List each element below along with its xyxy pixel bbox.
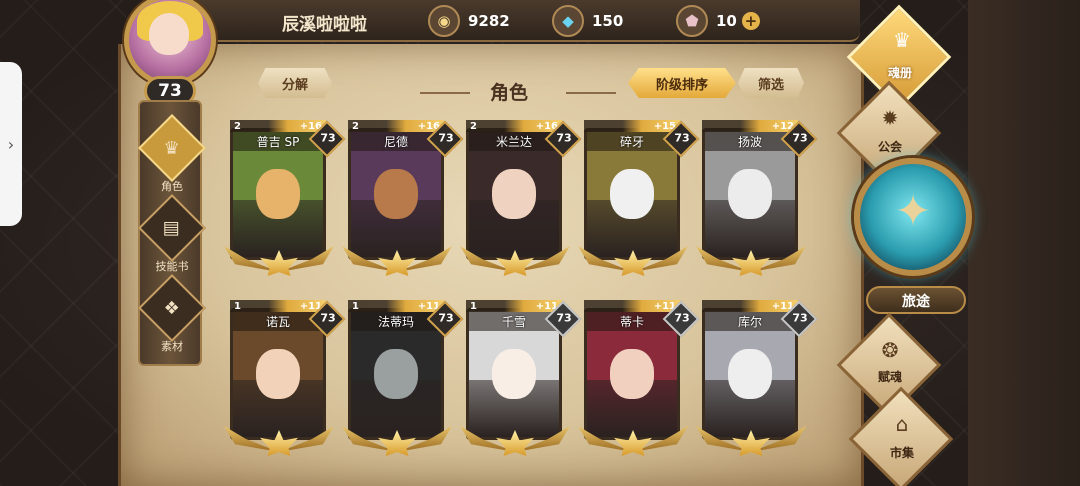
- blue-crystal-icon: ◆: [552, 5, 584, 37]
- character-level: 73: [792, 311, 808, 325]
- market-icon: ⌂: [895, 412, 909, 436]
- filter-button[interactable]: 筛选: [738, 68, 804, 98]
- star-count: 2: [352, 120, 359, 132]
- character-card[interactable]: 碎牙 +15 73: [578, 120, 700, 290]
- resource-gem: ⬟ 10 +: [676, 5, 760, 37]
- gold-coin-icon: ◉: [428, 5, 460, 37]
- character-portrait: 碎牙: [584, 128, 680, 260]
- add-gem-button[interactable]: +: [741, 12, 760, 30]
- character-portrait: 尼德: [348, 128, 444, 260]
- character-name: 米兰达: [495, 135, 532, 149]
- star-count: 1: [352, 300, 359, 312]
- character-card[interactable]: 蒂卡 +11 73: [578, 300, 700, 470]
- left-menu-skillbooks[interactable]: ▤ 技能书: [138, 194, 206, 274]
- card-rank-strip: 1 +11: [348, 300, 444, 312]
- material-icon: ❖: [138, 274, 206, 342]
- character-card[interactable]: 扬波 +12 73: [696, 120, 818, 290]
- title-flourish-left: [420, 92, 470, 94]
- star-count: 1: [234, 300, 241, 312]
- nav-guild-label: 公会: [877, 140, 902, 154]
- card-rank-strip: +15: [584, 120, 680, 132]
- player-avatar[interactable]: 73: [110, 0, 230, 110]
- character-level: 73: [438, 311, 454, 325]
- right-nav-background: [968, 0, 1080, 486]
- left-menu-characters[interactable]: ♛ 角色: [138, 114, 206, 194]
- character-level: 73: [792, 131, 808, 145]
- character-name: 蒂卡: [619, 315, 644, 329]
- character-portrait: 蒂卡: [584, 308, 680, 440]
- character-name: 扬波: [737, 135, 762, 149]
- journey-orb-button[interactable]: ✦: [854, 158, 972, 276]
- avatar: [124, 0, 216, 86]
- card-rank-strip: +11: [702, 300, 798, 312]
- helmet-icon: ♛: [138, 114, 206, 182]
- character-portrait: 库尔: [702, 308, 798, 440]
- character-card[interactable]: 尼德 2 +16 73: [342, 120, 464, 290]
- card-rank-strip: 2 +16: [348, 120, 444, 132]
- character-portrait: 普吉 SP: [230, 128, 326, 260]
- left-menu-materials[interactable]: ❖ 素材: [138, 274, 206, 354]
- page-title: 角色: [490, 82, 529, 104]
- card-rank-strip: 1 +11: [230, 300, 326, 312]
- character-name: 诺瓦: [265, 315, 290, 329]
- side-drawer-tab[interactable]: ›: [0, 62, 22, 226]
- journey-emblem-icon: ✦: [894, 186, 932, 237]
- journey-label: 旅途: [866, 286, 966, 314]
- character-name: 普吉 SP: [256, 135, 300, 149]
- character-portrait: 法蒂玛: [348, 308, 444, 440]
- character-portrait: 米兰达: [466, 128, 562, 260]
- character-card[interactable]: 千雪 1 +11 73: [460, 300, 582, 470]
- character-card[interactable]: 诺瓦 1 +11 73: [224, 300, 346, 470]
- card-rank-strip: 1 +11: [466, 300, 562, 312]
- decompose-button[interactable]: 分解: [258, 68, 332, 98]
- title-flourish-right: [566, 92, 616, 94]
- star-count: 1: [470, 300, 477, 312]
- book-icon: ▤: [138, 194, 206, 262]
- nav-empower-label: 赋魂: [877, 370, 902, 384]
- star-count: 2: [470, 120, 477, 132]
- character-level: 73: [556, 311, 572, 325]
- resource-crystal: ◆ 150: [552, 5, 623, 37]
- card-rank-strip: +12: [702, 120, 798, 132]
- card-rank-strip: 2 +16: [466, 120, 562, 132]
- left-menu: ♛ 角色 ▤ 技能书 ❖ 素材: [138, 100, 206, 366]
- star-count: 2: [234, 120, 241, 132]
- character-card[interactable]: 米兰达 2 +16 73: [460, 120, 582, 290]
- character-card[interactable]: 普吉 SP 2 +16 73: [224, 120, 346, 290]
- character-name: 库尔: [737, 315, 762, 329]
- character-portrait: 扬波: [702, 128, 798, 260]
- character-level: 73: [556, 131, 572, 145]
- character-name: 千雪: [501, 315, 526, 329]
- sort-by-rank-button[interactable]: 阶级排序: [628, 68, 736, 98]
- character-level: 73: [438, 131, 454, 145]
- guild-emblem-icon: ✹: [881, 106, 899, 130]
- resource-gold: ◉ 9282: [428, 5, 510, 37]
- swirl-icon: ❂: [881, 338, 899, 362]
- gem-icon: ⬟: [676, 5, 708, 37]
- character-level: 73: [320, 131, 336, 145]
- character-name: 碎牙: [619, 135, 644, 149]
- character-level: 73: [320, 311, 336, 325]
- character-level: 73: [674, 131, 690, 145]
- character-name: 法蒂玛: [377, 315, 414, 329]
- character-portrait: 千雪: [466, 308, 562, 440]
- nav-market-label: 市集: [889, 446, 914, 460]
- character-name: 尼德: [383, 135, 408, 149]
- card-rank-strip: +11: [584, 300, 680, 312]
- chevron-right-icon: ›: [7, 134, 15, 154]
- character-level: 73: [674, 311, 690, 325]
- gem-value: 10: [716, 12, 737, 30]
- character-card[interactable]: 库尔 +11 73: [696, 300, 818, 470]
- helmet-icon: ♛: [893, 28, 911, 52]
- crystal-value: 150: [592, 12, 624, 30]
- card-rank-strip: 2 +16: [230, 120, 326, 132]
- character-card[interactable]: 法蒂玛 1 +11 73: [342, 300, 464, 470]
- player-name: 辰溪啦啦啦: [282, 15, 367, 35]
- nav-soulbook-label: 魂册: [887, 66, 912, 80]
- character-portrait: 诺瓦: [230, 308, 326, 440]
- gold-value: 9282: [468, 12, 510, 30]
